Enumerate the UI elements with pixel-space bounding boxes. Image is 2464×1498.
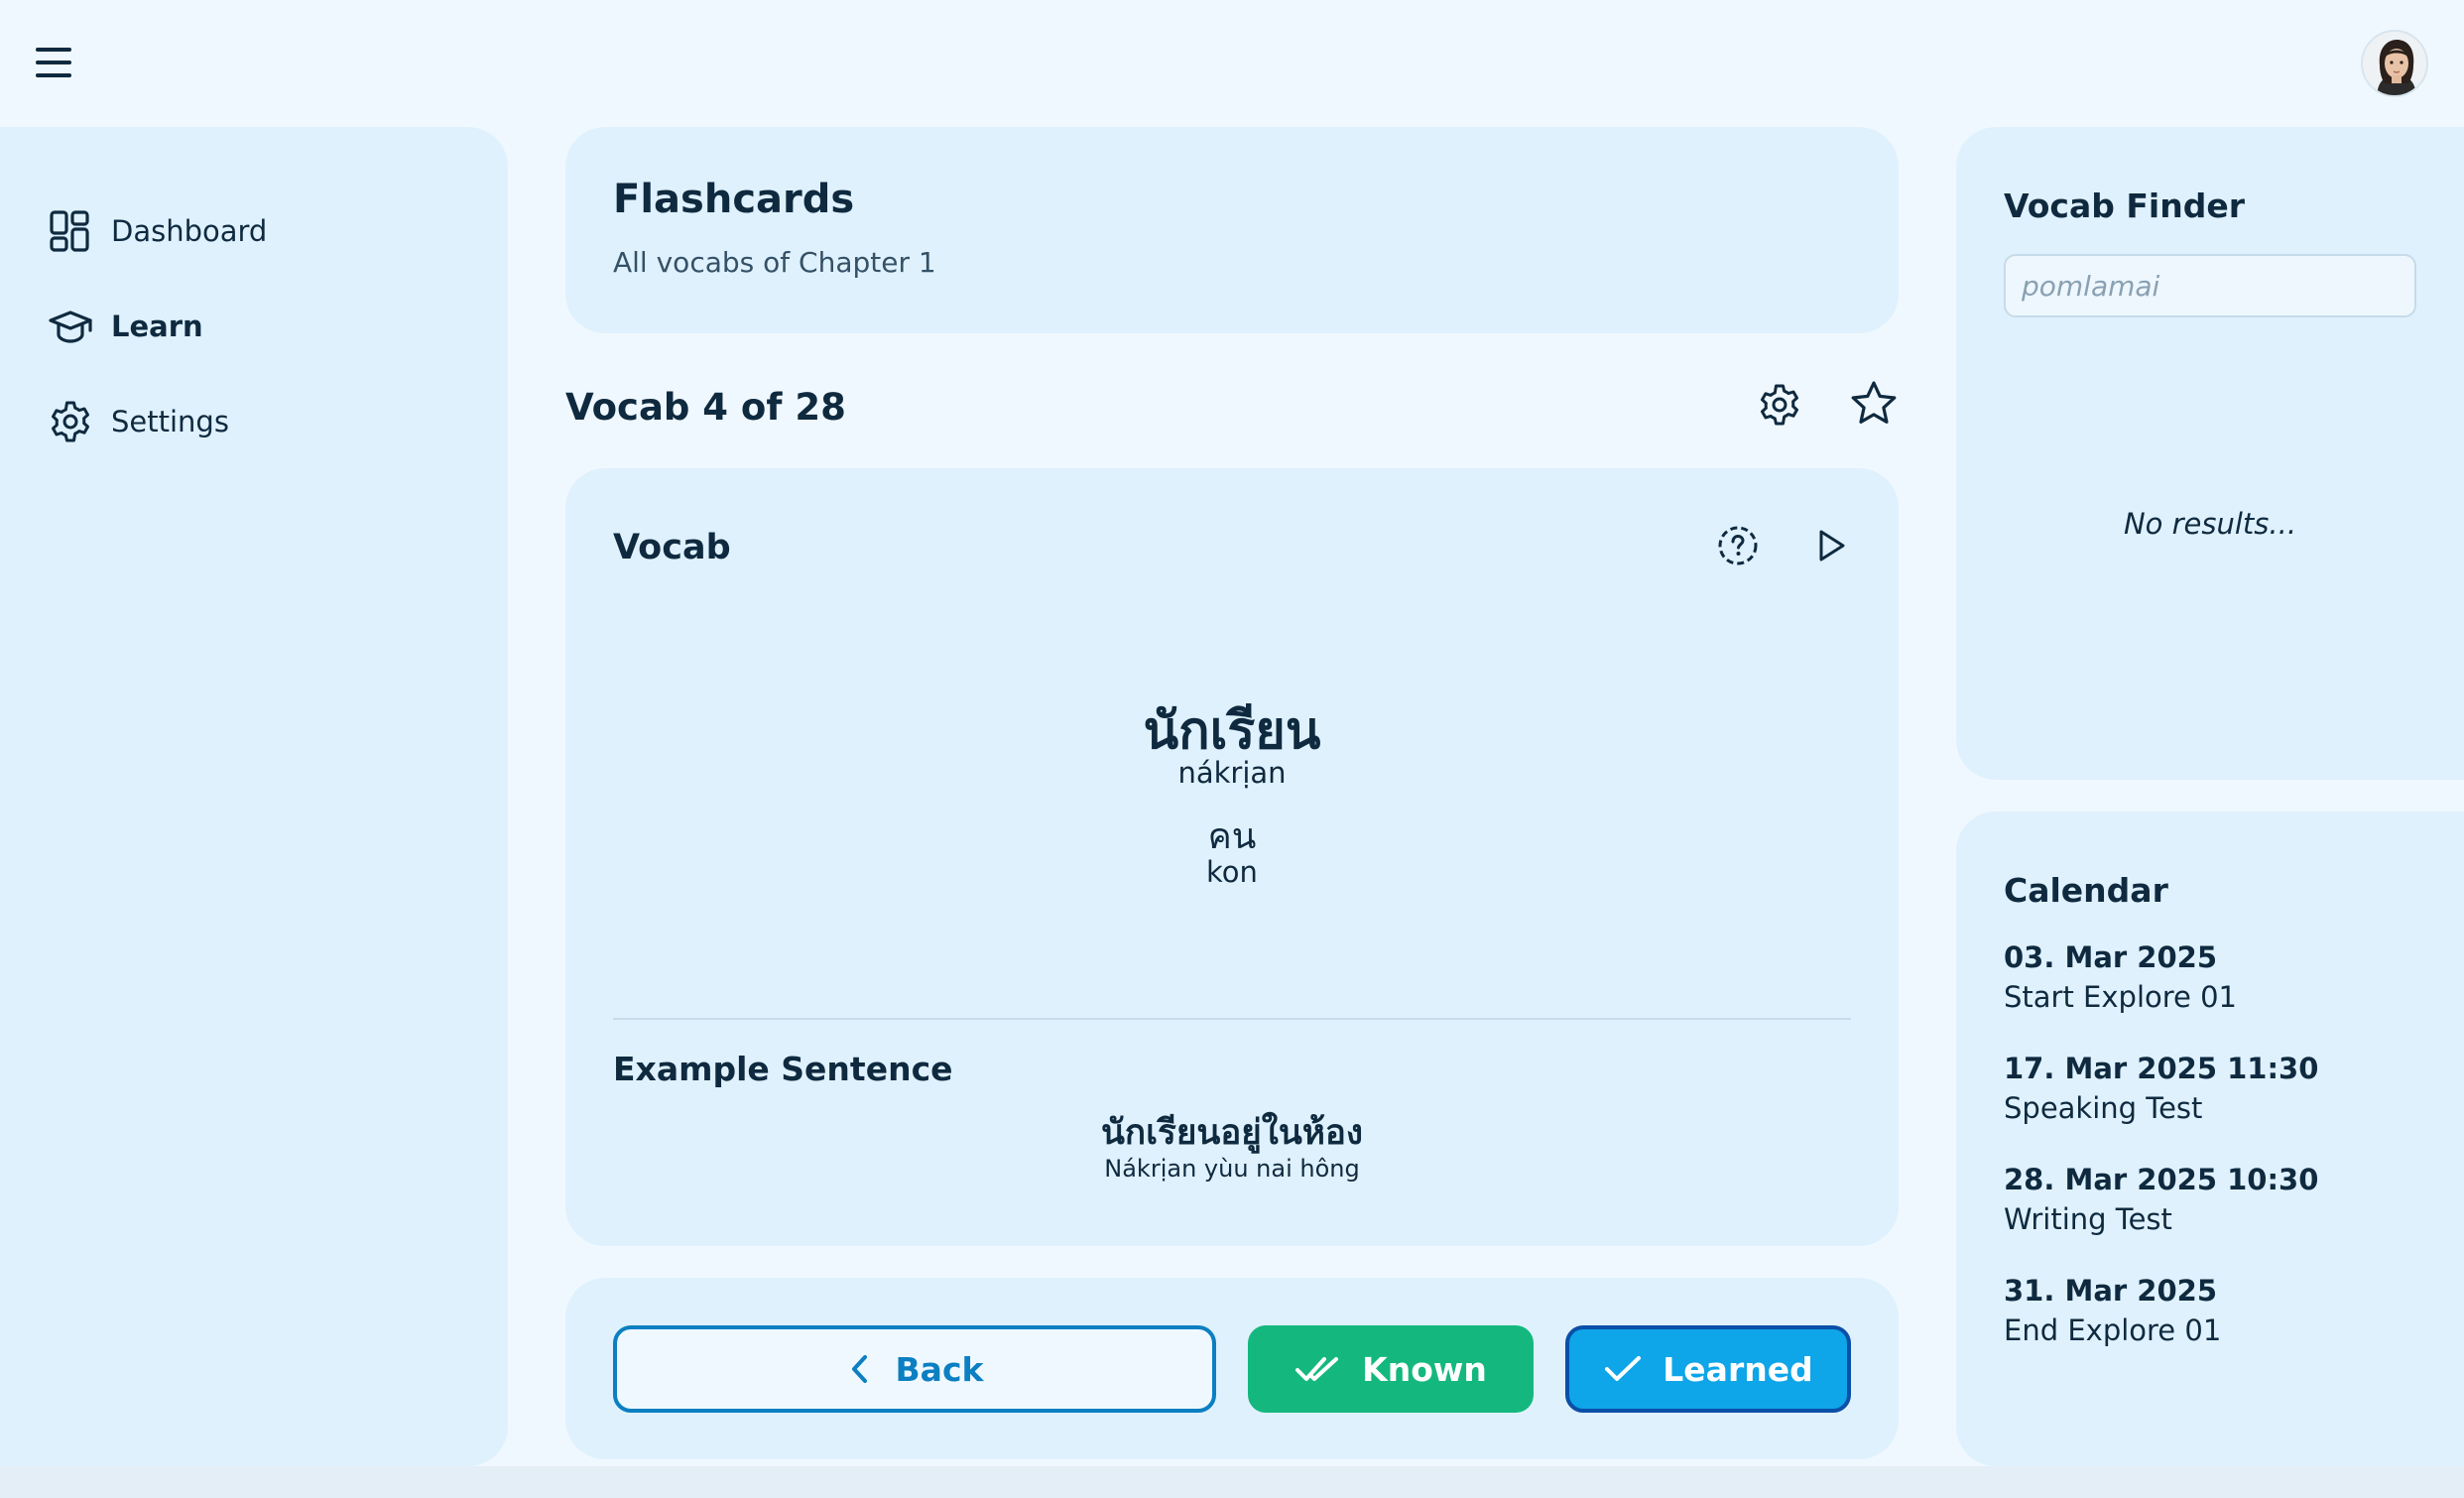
- calendar-event-date: 31. Mar 2025: [2004, 1274, 2218, 1308]
- dashboard-icon: [50, 210, 89, 252]
- calendar-event-date: 28. Mar 2025 10:30: [2004, 1163, 2319, 1196]
- graduation-cap-icon: [49, 311, 92, 343]
- calendar-event-date: 03. Mar 2025: [2004, 940, 2218, 974]
- divider: [613, 1018, 1851, 1020]
- learned-button[interactable]: Learned: [1565, 1325, 1851, 1413]
- gear-icon: [1761, 384, 1798, 426]
- known-button-label: Known: [1362, 1349, 1487, 1389]
- example-sentence-thai: นักเรียนอยู่ในห้อง: [1100, 1113, 1364, 1153]
- vocab-search-input[interactable]: [2004, 254, 2416, 317]
- check-icon: [1605, 1356, 1642, 1381]
- example-sentence-title: Example Sentence: [613, 1050, 953, 1088]
- back-button-label: Back: [895, 1349, 984, 1389]
- vocab-finder-title: Vocab Finder: [2004, 187, 2245, 225]
- calendar-event-name: Writing Test: [2004, 1202, 2172, 1236]
- back-button[interactable]: Back: [613, 1325, 1216, 1413]
- classifier-roman: kon: [1206, 855, 1258, 889]
- sidebar-item-label: Dashboard: [111, 214, 268, 248]
- sidebar-item-label: Learn: [111, 310, 203, 343]
- calendar-event[interactable]: 28. Mar 2025 10:30 Writing Test: [2004, 1163, 2318, 1236]
- card-settings-button[interactable]: [1754, 379, 1805, 431]
- gear-icon: [52, 401, 89, 442]
- calendar-event[interactable]: 03. Mar 2025 Start Explore 01: [2004, 940, 2237, 1014]
- page-title: Flashcards: [613, 177, 855, 222]
- chevron-left-icon: [851, 1355, 867, 1383]
- play-audio-button[interactable]: [1809, 524, 1853, 567]
- known-button[interactable]: Known: [1248, 1325, 1534, 1413]
- learned-button-label: Learned: [1663, 1349, 1813, 1389]
- calendar-event-name: End Explore 01: [2004, 1313, 2222, 1347]
- page-header: Flashcards All vocabs of Chapter 1: [565, 127, 1899, 333]
- sidebar-item-learn[interactable]: Learn: [48, 299, 203, 354]
- star-icon: [1851, 381, 1897, 424]
- calendar: Calendar 03. Mar 2025 Start Explore 01 1…: [1956, 811, 2464, 1466]
- favorite-button[interactable]: [1847, 377, 1901, 431]
- flashcard: Vocab นักเรียน nákrịan คน kon Example Se…: [565, 468, 1899, 1246]
- vocab-progress: Vocab 4 of 28: [565, 386, 846, 429]
- flashcard-title: Vocab: [613, 528, 731, 567]
- flashcard-actions: Back Known Learned: [565, 1278, 1899, 1459]
- hint-button[interactable]: [1714, 522, 1762, 569]
- question-circle-icon: [1718, 526, 1758, 565]
- hamburger-menu-button[interactable]: [36, 44, 75, 83]
- user-avatar-icon: [2363, 32, 2426, 95]
- double-check-icon: [1295, 1357, 1339, 1381]
- no-results-text: No results...: [2123, 507, 2297, 541]
- calendar-title: Calendar: [2004, 871, 2168, 910]
- avatar[interactable]: [2361, 30, 2428, 97]
- calendar-event-name: Start Explore 01: [2004, 980, 2238, 1014]
- calendar-event-name: Speaking Test: [2004, 1091, 2203, 1125]
- hamburger-icon: [36, 48, 71, 52]
- sidebar-item-dashboard[interactable]: Dashboard: [48, 203, 267, 259]
- play-icon: [1819, 530, 1845, 562]
- calendar-event[interactable]: 17. Mar 2025 11:30 Speaking Test: [2004, 1052, 2318, 1125]
- calendar-event[interactable]: 31. Mar 2025 End Explore 01: [2004, 1274, 2221, 1347]
- vocab-word-roman: nákrịan: [1177, 756, 1287, 790]
- example-sentence-roman: Nákrịan yùu nai hông: [1104, 1155, 1360, 1183]
- vocab-finder: Vocab Finder No results...: [1956, 127, 2464, 780]
- sidebar-item-settings[interactable]: Settings: [48, 394, 229, 449]
- calendar-event-date: 17. Mar 2025 11:30: [2004, 1052, 2319, 1085]
- page-subtitle: All vocabs of Chapter 1: [613, 246, 936, 279]
- sidebar-item-label: Settings: [111, 405, 229, 438]
- window-bottom-edge: [0, 1466, 2464, 1498]
- sidebar: Dashboard Learn Settings: [0, 127, 508, 1466]
